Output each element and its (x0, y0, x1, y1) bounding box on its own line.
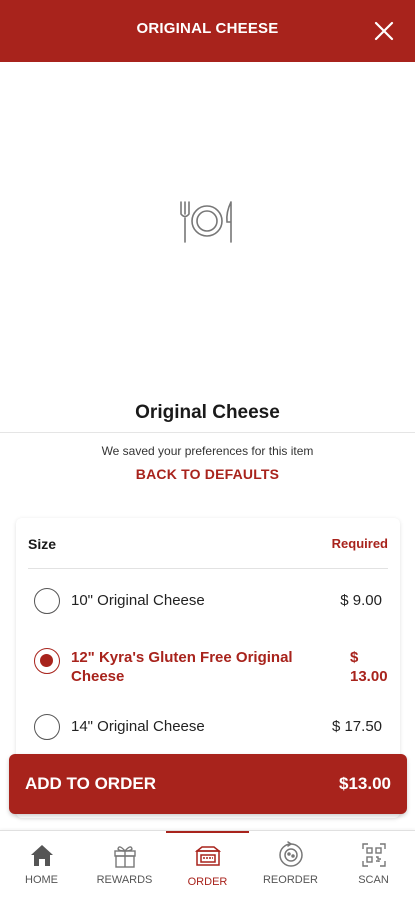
nav-item-reorder[interactable]: REORDER (249, 831, 332, 900)
plate-utensils-icon (176, 200, 238, 244)
option-name: 10" Original Cheese (71, 592, 205, 609)
size-option-10[interactable]: 10" Original Cheese $ 9.00 (16, 584, 400, 624)
option-name-line: 12" Kyra's Gluten Free Original (71, 649, 293, 666)
radio-button[interactable] (34, 714, 60, 740)
nav-label: REORDER (262, 874, 318, 886)
reorder-icon (277, 841, 305, 869)
pizza-box-icon (194, 843, 222, 871)
size-option-12-gluten-free[interactable]: 12" Kyra's Gluten Free Original Cheese $… (16, 646, 400, 690)
saved-preferences-message: We saved your preferences for this item (101, 444, 314, 458)
option-name: 14" Original Cheese (71, 718, 205, 735)
add-to-order-label: ADD TO ORDER (25, 774, 156, 793)
option-price-line: $ (350, 649, 359, 666)
option-price: $ 9.00 (340, 592, 382, 609)
bottom-navigation: HOME REWARDS ORDER REORDER SCAN (0, 830, 415, 900)
gift-icon (111, 841, 139, 869)
nav-item-scan[interactable]: SCAN (332, 831, 415, 900)
option-price: $ 13.00 (350, 648, 390, 686)
nav-label: HOME (25, 874, 58, 886)
divider (28, 568, 388, 569)
divider (0, 432, 415, 433)
required-badge: Required (331, 536, 388, 551)
nav-item-order[interactable]: ORDER (166, 831, 249, 900)
nav-item-rewards[interactable]: REWARDS (83, 831, 166, 900)
home-icon (28, 841, 56, 869)
header-title: ORIGINAL CHEESE (136, 20, 279, 37)
nav-label: REWARDS (96, 874, 153, 886)
close-icon[interactable] (373, 20, 395, 42)
item-title: Original Cheese (135, 402, 280, 423)
qr-scan-icon (360, 841, 388, 869)
item-image-placeholder (0, 62, 415, 392)
radio-button[interactable] (34, 588, 60, 614)
add-to-order-price: $13.00 (339, 774, 391, 793)
header-bar: ORIGINAL CHEESE (0, 0, 415, 62)
option-name-line: Cheese (71, 668, 125, 685)
radio-dot (40, 654, 53, 667)
option-group-label: Size (28, 536, 57, 552)
option-price-line: 13.00 (350, 668, 388, 685)
nav-item-home[interactable]: HOME (0, 831, 83, 900)
size-option-14[interactable]: 14" Original Cheese $ 17.50 (16, 712, 400, 752)
nav-label: ORDER (187, 876, 228, 888)
option-price: $ 17.50 (331, 718, 382, 735)
back-to-defaults-link[interactable]: BACK TO DEFAULTS (0, 466, 415, 482)
add-to-order-button[interactable]: ADD TO ORDER $13.00 (9, 754, 407, 814)
nav-label: SCAN (358, 874, 389, 886)
option-name: 12" Kyra's Gluten Free Original Cheese (71, 648, 293, 686)
radio-button-selected[interactable] (34, 648, 60, 674)
